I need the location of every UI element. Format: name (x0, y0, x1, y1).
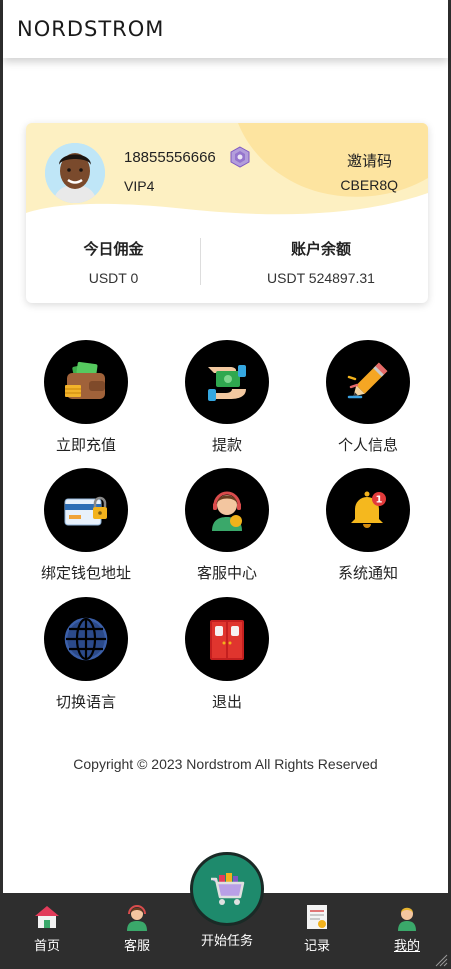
card-lock-icon (44, 468, 128, 552)
shopping-cart-icon (211, 873, 245, 905)
resize-grip-icon[interactable] (434, 953, 448, 967)
bell-icon: 1 (326, 468, 410, 552)
globe-icon (44, 597, 128, 681)
user-profile-icon (393, 903, 421, 931)
menu-label-profile: 个人信息 (337, 437, 398, 454)
tab-mine-label: 我的 (393, 938, 420, 953)
invite-code[interactable]: CBER8Q (340, 177, 398, 193)
menu-item-bind-wallet[interactable]: 绑定钱包地址 (16, 468, 156, 583)
header: NORDSTROM (3, 0, 448, 58)
menu-item-customer-service[interactable]: 客服中心 (157, 468, 297, 583)
receipt-icon (303, 903, 331, 931)
start-task-label: 开始任务 (200, 933, 253, 948)
menu-item-notifications[interactable]: 1 系统通知 (298, 468, 438, 583)
menu-label-recharge: 立即充值 (55, 437, 116, 454)
profile-card-top: 18855556666 VIP4 邀请码 CBER8Q (26, 123, 428, 253)
brand-logo[interactable]: NORDSTROM (17, 17, 164, 41)
start-task-button[interactable] (190, 852, 264, 926)
today-commission-value: USDT 0 (88, 270, 139, 286)
tab-service[interactable]: 客服 (102, 903, 172, 954)
profile-card: 18855556666 VIP4 邀请码 CBER8Q 今日佣金 USDT 0 … (26, 123, 428, 303)
window-frame-left (0, 0, 3, 969)
support-agent-icon (185, 468, 269, 552)
door-icon (185, 597, 269, 681)
avatar[interactable] (45, 143, 105, 203)
account-balance-label: 账户余额 (290, 241, 351, 258)
customer-service-icon (123, 903, 151, 931)
menu-label-customer-service: 客服中心 (196, 565, 257, 582)
vip-badge-icon (229, 146, 251, 168)
phone-number: 18855556666 (124, 149, 216, 166)
menu-label-withdraw: 提款 (211, 437, 242, 454)
withdraw-cash-icon (185, 340, 269, 424)
vip-level: VIP4 (124, 178, 155, 194)
today-commission: 今日佣金 USDT 0 (26, 238, 201, 286)
menu-label-bind-wallet: 绑定钱包地址 (40, 565, 131, 582)
pencil-icon (326, 340, 410, 424)
account-balance: 账户余额 USDT 524897.31 (216, 238, 426, 286)
today-commission-label: 今日佣金 (83, 241, 144, 258)
notification-count: 1 (376, 495, 383, 506)
invite-code-label: 邀请码 (346, 153, 392, 170)
tab-mine[interactable]: 我的 (372, 903, 442, 954)
tab-records-label: 记录 (303, 938, 330, 953)
tab-home[interactable]: 首页 (12, 903, 82, 954)
wallet-icon (44, 340, 128, 424)
tab-records[interactable]: 记录 (282, 903, 352, 954)
menu-label-logout: 退出 (211, 694, 242, 711)
menu-item-language[interactable]: 切换语言 (16, 597, 156, 712)
tab-service-label: 客服 (123, 938, 150, 953)
tab-home-label: 首页 (33, 938, 60, 953)
home-icon (33, 903, 61, 931)
menu-item-profile[interactable]: 个人信息 (298, 340, 438, 455)
menu-label-notifications: 系统通知 (337, 565, 398, 582)
menu-item-logout[interactable]: 退出 (157, 597, 297, 712)
menu-item-recharge[interactable]: 立即充值 (16, 340, 156, 455)
stat-divider (200, 238, 201, 285)
copyright-text: Copyright © 2023 Nordstrom All Rights Re… (73, 756, 378, 772)
menu-label-language: 切换语言 (55, 694, 116, 711)
menu-item-withdraw[interactable]: 提款 (157, 340, 297, 455)
account-balance-value: USDT 524897.31 (267, 270, 375, 286)
